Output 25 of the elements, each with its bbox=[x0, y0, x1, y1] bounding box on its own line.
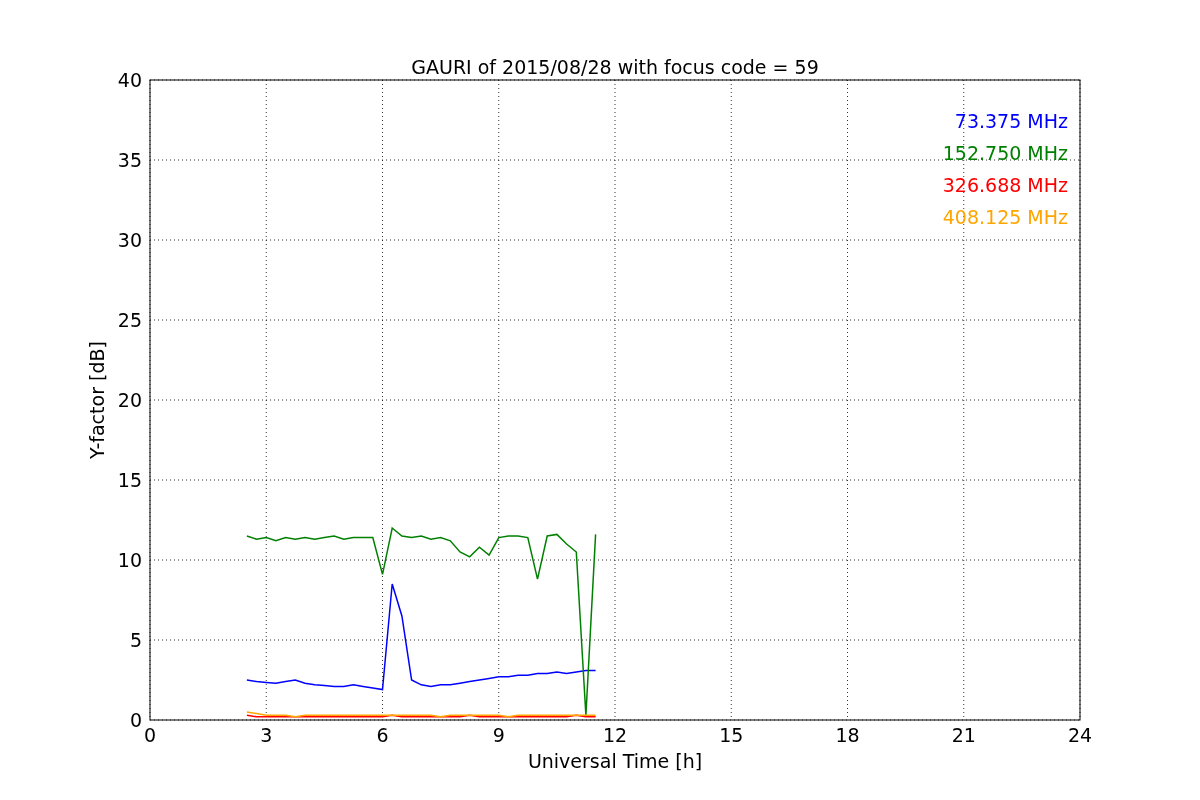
y-tick-label: 20 bbox=[117, 389, 142, 411]
y-tick-label: 0 bbox=[129, 709, 142, 731]
x-tick-label: 21 bbox=[951, 724, 976, 746]
x-axis-label: Universal Time [h] bbox=[527, 750, 703, 772]
y-tick-label: 5 bbox=[129, 629, 142, 651]
legend-label: 326.688 MHz bbox=[942, 174, 1068, 196]
x-tick-label: 12 bbox=[602, 724, 628, 746]
x-tick-label: 6 bbox=[376, 724, 389, 746]
y-tick-label: 15 bbox=[117, 469, 142, 491]
legend-label: 152.750 MHz bbox=[942, 142, 1068, 164]
y-tick-label: 40 bbox=[117, 69, 142, 91]
x-tick-label: 9 bbox=[492, 724, 505, 746]
legend-label: 73.375 MHz bbox=[954, 110, 1068, 132]
x-tick-label: 24 bbox=[1067, 724, 1093, 746]
legend-label: 408.125 MHz bbox=[942, 206, 1068, 228]
x-tick-label: 3 bbox=[260, 724, 273, 746]
chart-title: GAURI of 2015/08/28 with focus code = 59 bbox=[411, 56, 819, 78]
y-tick-label: 25 bbox=[117, 309, 142, 331]
y-tick-label: 30 bbox=[117, 229, 142, 251]
x-tick-label: 0 bbox=[143, 724, 157, 746]
y-tick-label: 10 bbox=[117, 549, 142, 571]
y-axis-label: Y-factor [dB] bbox=[86, 341, 108, 459]
y-tick-label: 35 bbox=[117, 149, 142, 171]
x-tick-label: 15 bbox=[719, 724, 744, 746]
x-tick-label: 18 bbox=[835, 724, 860, 746]
